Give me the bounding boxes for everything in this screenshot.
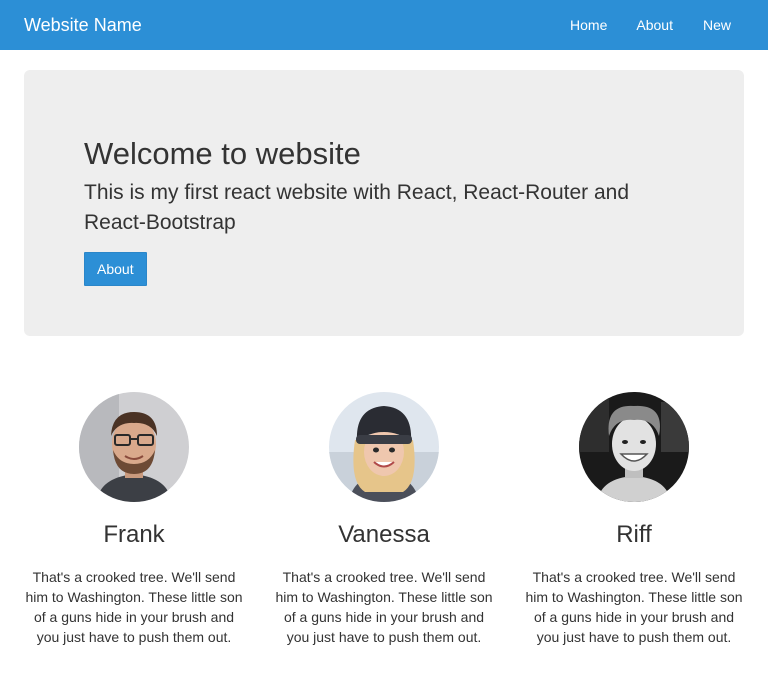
nav-links: Home About New: [570, 0, 745, 50]
avatar: [579, 392, 689, 502]
top-navbar: Website Name Home About New: [0, 0, 768, 50]
nav-link-home[interactable]: Home: [570, 0, 636, 50]
nav-link-new[interactable]: New: [703, 0, 745, 50]
person-bio: That's a crooked tree. We'll send him to…: [525, 569, 743, 645]
hero-subtitle: This is my first react website with Reac…: [84, 181, 630, 234]
person-card: Riff That's a crooked tree. We'll send h…: [509, 392, 759, 647]
person-card: Vanessa That's a crooked tree. We'll sen…: [259, 392, 509, 647]
person-bio: That's a crooked tree. We'll send him to…: [275, 569, 493, 645]
hero-title: Welcome to website: [84, 136, 361, 171]
about-button[interactable]: About: [84, 252, 147, 286]
people-row: Frank That's a crooked tree. We'll send …: [9, 392, 759, 647]
avatar: [329, 392, 439, 502]
person-name: Riff: [616, 521, 652, 548]
avatar: [79, 392, 189, 502]
person-bio: That's a crooked tree. We'll send him to…: [25, 569, 243, 645]
nav-link-about[interactable]: About: [636, 0, 703, 50]
brand-link[interactable]: Website Name: [24, 0, 142, 50]
person-name: Vanessa: [338, 521, 430, 548]
person-card: Frank That's a crooked tree. We'll send …: [9, 392, 259, 647]
person-name: Frank: [103, 521, 165, 548]
hero-jumbotron: Welcome to website This is my first reac…: [24, 70, 744, 336]
